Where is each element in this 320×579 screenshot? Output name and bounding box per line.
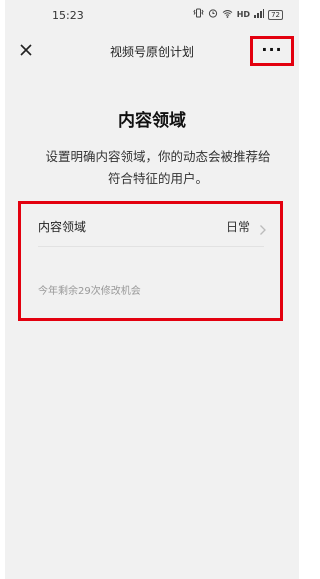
hd-badge: HD [236, 10, 251, 19]
content-domain-label: 内容领域 [38, 220, 87, 234]
content-domain-value: 日常 [225, 220, 250, 234]
more-icon: ··· [261, 40, 283, 59]
more-button[interactable]: ··· [250, 36, 294, 66]
battery-icon: 72 [268, 9, 283, 20]
wifi-icon [222, 9, 233, 21]
status-icons: HD 72 [193, 8, 283, 21]
remaining-changes-note: 今年剩余29次修改机会 [38, 286, 141, 297]
page-heading: 内容领域 [118, 111, 186, 131]
nav-bar: 视频号原创计划 ··· [5, 28, 299, 72]
vibrate-icon [193, 8, 204, 21]
app-screen: 15:23 HD 72 视频号原创计划 ··· 内容领域 设置明确内容领域，你的… [5, 0, 299, 579]
chevron-right-icon [259, 221, 267, 235]
divider [38, 246, 264, 247]
alarm-icon [208, 8, 218, 21]
status-bar: 15:23 HD 72 [5, 0, 299, 28]
signal-icon [254, 8, 265, 21]
content-domain-row[interactable]: 内容领域 日常 [28, 210, 272, 244]
status-time: 15:23 [52, 9, 84, 22]
page-description: 设置明确内容领域，你的动态会被推荐给符合特征的用户。 [45, 149, 271, 186]
content-domain-card: 内容领域 日常 今年剩余29次修改机会 [28, 210, 272, 314]
